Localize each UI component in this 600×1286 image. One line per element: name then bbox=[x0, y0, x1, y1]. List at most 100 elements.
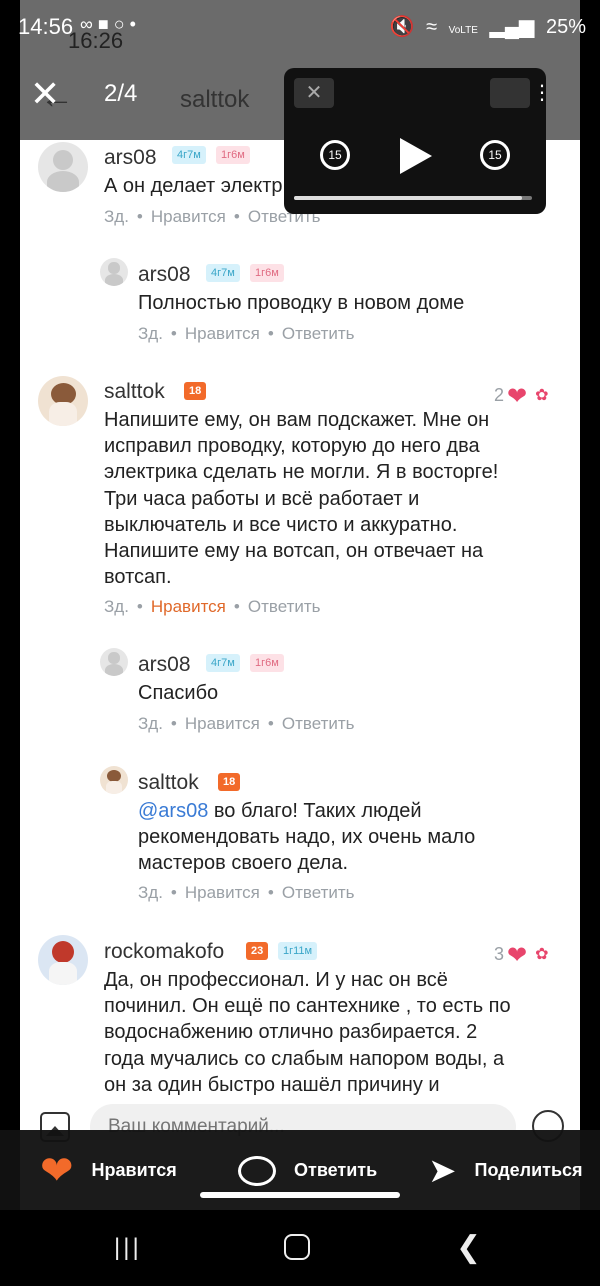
tulip-icon[interactable]: ✿ bbox=[535, 385, 548, 405]
comment-line: электрика сделать не могли. Я в восторге… bbox=[104, 461, 499, 484]
comment-line: исправил проводку, которую до него два bbox=[104, 435, 480, 458]
user-badge: 1г6м bbox=[216, 146, 250, 164]
like-label: Нравится bbox=[91, 1160, 177, 1180]
comment-line: починил. Он ещё по сантехнике , то есть … bbox=[104, 995, 511, 1018]
user-badge: 4г7м bbox=[206, 654, 240, 672]
comment-meta: Зд. • Нравится • Ответить bbox=[138, 324, 355, 343]
comment-line: @ars08 во благо! Таких людей bbox=[138, 798, 568, 824]
reply-link[interactable]: Ответить bbox=[282, 714, 355, 733]
comment-text: Напишите ему, он вам подскажет. Мне он и… bbox=[104, 407, 574, 590]
reply-label: Ответить bbox=[294, 1160, 378, 1180]
like-count: 2 bbox=[494, 385, 505, 405]
like-link[interactable]: Нравится bbox=[151, 207, 226, 226]
comment-time: Зд. bbox=[104, 597, 129, 616]
comment-meta: Зд. • Нравится • Ответить bbox=[104, 597, 321, 616]
home-indicator[interactable] bbox=[200, 1192, 400, 1198]
status-time: 14:56 bbox=[18, 14, 74, 39]
recent-apps-icon[interactable]: ||| bbox=[114, 1234, 144, 1261]
system-nav-bar: ||| ❮ bbox=[0, 1210, 600, 1286]
like-count: 3 bbox=[494, 944, 505, 964]
image-counter: 2/4 bbox=[104, 80, 138, 107]
comment-line: он за один быстро нашёл причину и bbox=[104, 1073, 440, 1096]
action-bar: ❤ Нравится Ответить ➤ Поделиться bbox=[0, 1130, 600, 1210]
reply-link[interactable]: Ответить bbox=[282, 883, 355, 902]
video-progress-fill bbox=[294, 196, 523, 200]
close-icon[interactable]: ✕ bbox=[294, 78, 334, 108]
avatar[interactable] bbox=[38, 142, 88, 192]
comment-line-text: во благо! Таких людей bbox=[213, 800, 422, 822]
more-icon[interactable]: ⋮ bbox=[532, 78, 552, 108]
username[interactable]: rockomakofo bbox=[104, 940, 224, 964]
avatar[interactable] bbox=[100, 648, 128, 676]
comment-line: выключатель и все чисто и аккуратно. bbox=[104, 513, 458, 536]
age-badge: 18 bbox=[184, 382, 207, 400]
user-badge: 1г6м bbox=[250, 264, 284, 282]
status-bar: 16:26 14:56 ∞ ■ ○ • 🔇 ≈ VoLTE ▂▄▆ 25% bbox=[0, 0, 600, 53]
like-link[interactable]: Нравится bbox=[185, 324, 260, 343]
rewind-icon[interactable]: 15 bbox=[320, 140, 350, 170]
like-counter[interactable]: 3 ❤ ✿ bbox=[494, 941, 549, 970]
comment-line: Напишите ему на вотсап, он отвечает на bbox=[104, 540, 484, 563]
age-badge: 18 bbox=[218, 773, 241, 791]
expand-icon[interactable] bbox=[490, 78, 530, 108]
video-pip[interactable]: ✕ ⋮ 15 15 bbox=[284, 68, 552, 214]
user-badge: 1г11м bbox=[278, 942, 318, 960]
username[interactable]: ars08 bbox=[138, 263, 191, 287]
back-icon[interactable]: ❮ bbox=[456, 1230, 481, 1265]
user-badge: 1г6м bbox=[250, 654, 284, 672]
battery-level: 25% bbox=[545, 16, 586, 38]
like-link[interactable]: Нравится bbox=[185, 883, 260, 902]
comment-line: вотсап. bbox=[104, 566, 172, 589]
reply-button[interactable]: Ответить bbox=[238, 1146, 377, 1194]
avatar[interactable] bbox=[100, 258, 128, 286]
username[interactable]: salttok bbox=[104, 380, 165, 404]
play-icon[interactable] bbox=[400, 138, 432, 174]
close-icon[interactable]: ✕ bbox=[30, 74, 74, 118]
username[interactable]: ars08 bbox=[104, 146, 157, 170]
notification-icons: ∞ ■ ○ • bbox=[80, 14, 136, 34]
comment-text: Спасибо bbox=[138, 682, 219, 704]
forward-icon[interactable]: 15 bbox=[480, 140, 510, 170]
heart-icon: ❤ bbox=[40, 1149, 74, 1194]
comment-line: года мучались со слабым напором воды, а bbox=[104, 1047, 505, 1070]
signal-icon: ▂▄▆ bbox=[489, 16, 535, 38]
age-badge: 23 bbox=[246, 942, 269, 960]
comment-meta: Зд. • Нравится • Ответить bbox=[138, 714, 355, 733]
wifi-icon: ≈ bbox=[426, 16, 438, 38]
username[interactable]: ars08 bbox=[138, 653, 191, 677]
username[interactable]: salttok bbox=[138, 771, 199, 795]
comment-time: Зд. bbox=[138, 324, 163, 343]
home-icon[interactable] bbox=[284, 1234, 310, 1260]
comment-line: мастеров своего дела. bbox=[138, 852, 349, 875]
share-button[interactable]: ➤ Поделиться bbox=[428, 1146, 583, 1194]
share-label: Поделиться bbox=[474, 1160, 583, 1180]
comment-line: Да, он профессионал. И у нас он всё bbox=[104, 969, 448, 991]
comment-text: Полностью проводку в новом доме bbox=[138, 292, 465, 314]
reply-link[interactable]: Ответить bbox=[282, 324, 355, 343]
avatar[interactable] bbox=[38, 935, 88, 985]
topbar-title: salttok bbox=[180, 86, 250, 113]
comment-line: Три часа работы и всё работает и bbox=[104, 487, 420, 510]
comment-meta: Зд. • Нравится • Ответить bbox=[138, 883, 355, 902]
avatar[interactable] bbox=[100, 766, 128, 794]
heart-icon[interactable]: ❤ bbox=[507, 941, 527, 970]
comment-line: водоснабжению отлично разбирается. 2 bbox=[104, 1021, 478, 1044]
mute-icon: 🔇 bbox=[389, 16, 415, 38]
reply-link[interactable]: Ответить bbox=[248, 597, 321, 616]
video-progress[interactable] bbox=[294, 196, 532, 200]
like-link-active[interactable]: Нравится bbox=[151, 597, 226, 616]
comment-time: Зд. bbox=[138, 714, 163, 733]
user-badge: 4г7м bbox=[206, 264, 240, 282]
comment-time: Зд. bbox=[104, 207, 129, 226]
avatar[interactable] bbox=[38, 376, 88, 426]
status-right: 🔇 ≈ VoLTE ▂▄▆ 25% bbox=[384, 14, 586, 39]
tulip-icon[interactable]: ✿ bbox=[535, 944, 548, 964]
chat-bubble-icon bbox=[238, 1156, 276, 1187]
volte-label: VoLTE bbox=[448, 25, 478, 36]
mention-link[interactable]: @ars08 bbox=[138, 800, 208, 822]
like-button[interactable]: ❤ Нравится bbox=[40, 1146, 177, 1194]
like-link[interactable]: Нравится bbox=[185, 714, 260, 733]
comment-time: Зд. bbox=[138, 883, 163, 902]
comment-line: Напишите ему, он вам подскажет. Мне он bbox=[104, 409, 490, 431]
comment-text: Да, он профессионал. И у нас он всё почи… bbox=[104, 967, 574, 1098]
